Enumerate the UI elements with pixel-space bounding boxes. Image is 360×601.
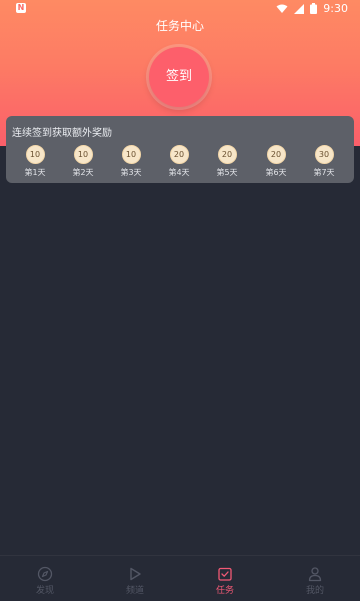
nav-item-me[interactable]: 我的	[270, 556, 360, 601]
coin-badge: 20	[266, 145, 286, 164]
nav-label: 我的	[305, 586, 324, 596]
reward-title: 连续签到获取额外奖励	[12, 128, 112, 139]
play-icon	[130, 567, 141, 581]
day-item-5: 20 第5天	[203, 145, 251, 178]
day-label: 第5天	[216, 168, 238, 177]
nav-label: 频道	[125, 586, 144, 596]
coin-badge: 10	[121, 145, 141, 164]
day-item-4: 20 第4天	[155, 145, 203, 178]
compass-icon	[37, 566, 53, 582]
nav-label: 任务	[215, 586, 234, 596]
status-time: 9:30	[323, 2, 348, 15]
day-list: 10 第1天 10 第2天 10 第3天 20 第4天 20 第5天 20 第6…	[6, 145, 354, 179]
checkin-button[interactable]: 签到	[149, 47, 209, 107]
day-label: 第2天	[72, 168, 94, 177]
signal-icon	[294, 3, 305, 14]
coin-badge: 20	[217, 145, 237, 164]
coin-badge: 10	[25, 145, 45, 164]
nav-item-channel[interactable]: 频道	[90, 556, 180, 601]
day-item-6: 20 第6天	[252, 145, 300, 178]
coin-badge: 10	[73, 145, 93, 164]
day-item-3: 10 第3天	[107, 145, 155, 178]
day-label: 第3天	[120, 168, 142, 177]
task-icon	[218, 567, 232, 581]
day-item-1: 10 第1天	[11, 145, 59, 178]
wifi-icon	[276, 4, 288, 13]
day-label: 第4天	[168, 168, 190, 177]
user-icon	[308, 567, 322, 582]
coin-badge: 30	[314, 145, 334, 164]
day-label: 第1天	[24, 168, 46, 177]
reward-card: 连续签到获取额外奖励 10 第1天 10 第2天 10 第3天 20 第4天 2…	[6, 116, 354, 183]
battery-icon	[310, 3, 318, 14]
day-item-2: 10 第2天	[59, 145, 107, 178]
page-title: 任务中心	[155, 19, 204, 33]
coin-badge: 20	[169, 145, 189, 164]
app-notification-icon: N	[16, 3, 26, 13]
day-label: 第7天	[313, 168, 335, 177]
nav-item-task[interactable]: 任务	[180, 556, 270, 601]
nav-label: 发现	[35, 586, 54, 596]
day-item-7: 30 第7天	[300, 145, 348, 178]
day-label: 第6天	[265, 168, 287, 177]
nav-item-discover[interactable]: 发现	[0, 556, 90, 601]
status-bar: N 9:30	[0, 0, 360, 18]
bottom-nav: 发现 频道 任务 我的	[0, 555, 360, 601]
